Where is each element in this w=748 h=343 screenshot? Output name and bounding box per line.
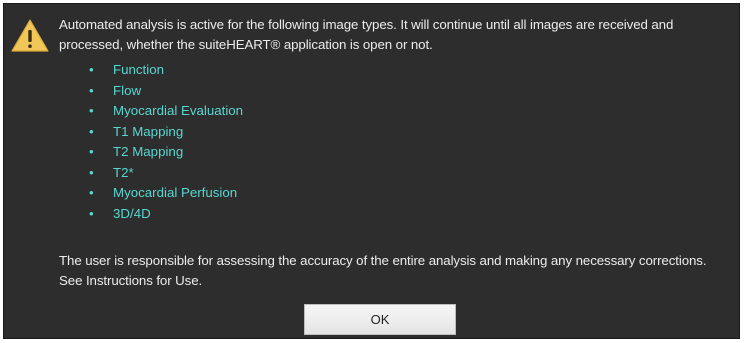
image-type-item: • Flow xyxy=(89,81,243,102)
footer-text: The user is responsible for assessing th… xyxy=(59,253,707,288)
warning-icon xyxy=(11,19,49,52)
message-text: Automated analysis is active for the fol… xyxy=(59,17,674,52)
bullet: • xyxy=(89,144,94,159)
bullet: • xyxy=(89,82,94,98)
image-type-label: 3D/4D xyxy=(113,205,151,221)
image-type-item: • Myocardial Perfusion xyxy=(89,183,243,204)
bullet: • xyxy=(89,205,94,221)
image-type-label: Flow xyxy=(113,82,142,98)
image-types-list: • Function • Flow • Myocardial Evaluation • T1 … xyxy=(89,60,243,224)
image-type-label: Myocardial Evaluation xyxy=(113,103,244,118)
dialog-message: Automated analysis is active for the fol… xyxy=(59,15,731,55)
bullet: • xyxy=(89,185,94,200)
image-type-item: • T2 Mapping xyxy=(89,142,243,163)
image-type-label: T2 Mapping xyxy=(113,144,184,159)
bullet: • xyxy=(89,103,94,118)
ok-button[interactable]: OK xyxy=(304,304,456,335)
image-type-label: T2* xyxy=(113,164,134,180)
bullet: • xyxy=(89,62,94,77)
image-type-label: T1 Mapping xyxy=(113,123,184,139)
image-type-label: Function xyxy=(113,62,164,77)
automated-analysis-dialog: Automated analysis is active for the fol… xyxy=(3,3,740,339)
image-type-item: • Myocardial Evaluation xyxy=(89,101,243,122)
image-type-item: • T1 Mapping xyxy=(89,122,243,143)
image-type-label: Myocardial Perfusion xyxy=(113,185,238,200)
bullet: • xyxy=(89,123,94,139)
image-type-item: • Function xyxy=(89,60,243,81)
image-type-item: • T2* xyxy=(89,163,243,184)
bullet: • xyxy=(89,164,94,180)
dialog-footer: The user is responsible for assessing th… xyxy=(59,251,731,291)
image-type-item: • 3D/4D xyxy=(89,204,243,225)
